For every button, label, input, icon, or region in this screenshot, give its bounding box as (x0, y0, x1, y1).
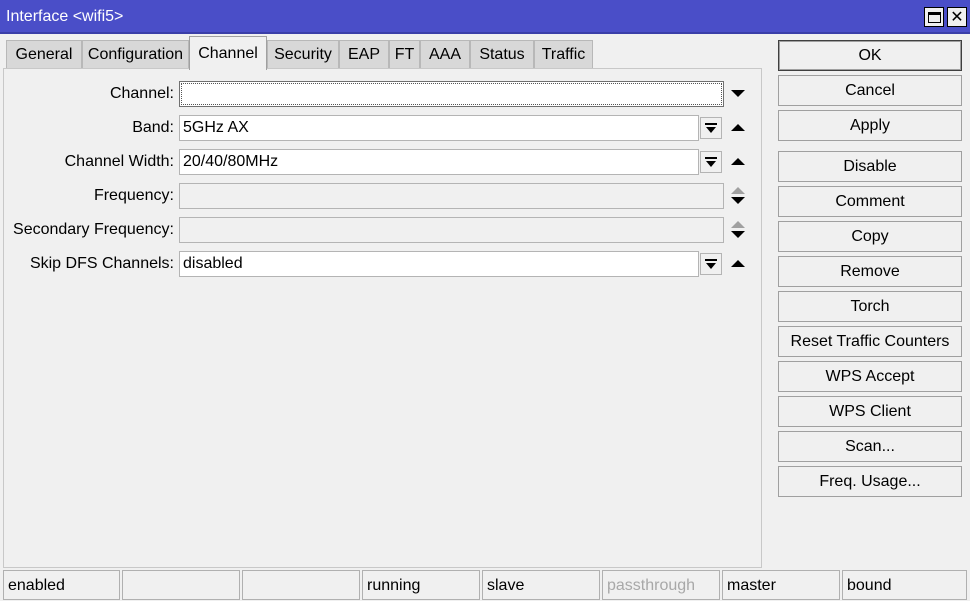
comment-button[interactable]: Comment (778, 186, 962, 217)
channel-label: Channel: (109, 85, 174, 102)
channel-width-field[interactable]: 20/40/80MHz (179, 149, 699, 175)
skip-dfs-collapse-icon[interactable] (731, 260, 745, 267)
channel-field[interactable] (179, 81, 724, 107)
status-passthrough: passthrough (602, 570, 720, 600)
tab-eap[interactable]: EAP (339, 40, 389, 69)
secondary-frequency-down-icon[interactable] (731, 231, 745, 238)
status-enabled: enabled (3, 570, 120, 600)
secondary-frequency-up-icon[interactable] (731, 221, 745, 228)
tab-ft[interactable]: FT (389, 40, 420, 69)
band-field[interactable]: 5GHz AX (179, 115, 699, 141)
frequency-up-icon[interactable] (731, 187, 745, 194)
tab-status[interactable]: Status (470, 40, 534, 69)
tab-security[interactable]: Security (267, 40, 339, 69)
reset-traffic-counters-button[interactable]: Reset Traffic Counters (778, 326, 962, 357)
frequency-down-icon[interactable] (731, 197, 745, 204)
tab-channel[interactable]: Channel (189, 36, 267, 70)
channel-width-dropdown-button[interactable] (700, 151, 722, 173)
tab-label: General (15, 46, 73, 63)
tab-traffic[interactable]: Traffic (534, 40, 593, 69)
status-master: master (722, 570, 840, 600)
close-button[interactable]: ✕ (947, 7, 967, 27)
status-bound: bound (842, 570, 967, 600)
status-running: running (362, 570, 480, 600)
close-icon: ✕ (950, 7, 964, 26)
ok-button[interactable]: OK (778, 40, 962, 71)
tab-label: Configuration (87, 46, 184, 63)
secondary-frequency-row: Secondary Frequency: (4, 217, 763, 243)
remove-button[interactable]: Remove (778, 256, 962, 287)
secondary-frequency-field[interactable] (179, 217, 724, 243)
scan-button[interactable]: Scan... (778, 431, 962, 462)
tab-label: AAA (428, 46, 461, 63)
torch-button[interactable]: Torch (778, 291, 962, 322)
frequency-field[interactable] (179, 183, 724, 209)
tab-aaa[interactable]: AAA (420, 40, 470, 69)
secondary-frequency-label: Secondary Frequency: (13, 221, 174, 238)
status-bar: enabled running slave passthrough master… (0, 570, 970, 601)
tab-label: Status (479, 46, 525, 63)
tab-label: Traffic (541, 46, 586, 63)
skip-dfs-label: Skip DFS Channels: (29, 255, 174, 272)
band-dropdown-button[interactable] (700, 117, 722, 139)
copy-button[interactable]: Copy (778, 221, 962, 252)
frequency-row: Frequency: (4, 183, 763, 209)
tab-label: FT (394, 46, 415, 63)
status-slave: slave (482, 570, 600, 600)
tab-configuration[interactable]: Configuration (82, 40, 189, 69)
apply-button[interactable]: Apply (778, 110, 962, 141)
window-title: Interface <wifi5> (6, 8, 124, 25)
band-collapse-icon[interactable] (731, 124, 745, 131)
frequency-label: Frequency: (93, 187, 174, 204)
channel-dropdown-arrow-icon[interactable] (731, 90, 745, 97)
channel-width-row: Channel Width: 20/40/80MHz (4, 149, 763, 175)
channel-panel: Channel: Band: 5GHz AX Channel Width: 20… (3, 68, 762, 568)
band-label: Band: (132, 119, 174, 136)
title-bar: Interface <wifi5> ✕ (0, 0, 970, 34)
tab-general[interactable]: General (6, 40, 82, 69)
channel-width-label: Channel Width: (64, 153, 174, 170)
freq-usage-button[interactable]: Freq. Usage... (778, 466, 962, 497)
wps-accept-button[interactable]: WPS Accept (778, 361, 962, 392)
tab-label: Channel (198, 44, 258, 62)
status-cell-empty (122, 570, 240, 600)
disable-button[interactable]: Disable (778, 151, 962, 182)
maximize-button[interactable] (924, 7, 944, 27)
status-cell-empty (242, 570, 360, 600)
skip-dfs-dropdown-button[interactable] (700, 253, 722, 275)
channel-row: Channel: (4, 81, 763, 107)
cancel-button[interactable]: Cancel (778, 75, 962, 106)
tab-label: Security (274, 46, 332, 63)
tab-label: EAP (347, 46, 380, 63)
band-row: Band: 5GHz AX (4, 115, 763, 141)
skip-dfs-field[interactable]: disabled (179, 251, 699, 277)
maximize-icon (927, 11, 941, 23)
channel-width-collapse-icon[interactable] (731, 158, 745, 165)
skip-dfs-row: Skip DFS Channels: disabled (4, 251, 763, 277)
wps-client-button[interactable]: WPS Client (778, 396, 962, 427)
